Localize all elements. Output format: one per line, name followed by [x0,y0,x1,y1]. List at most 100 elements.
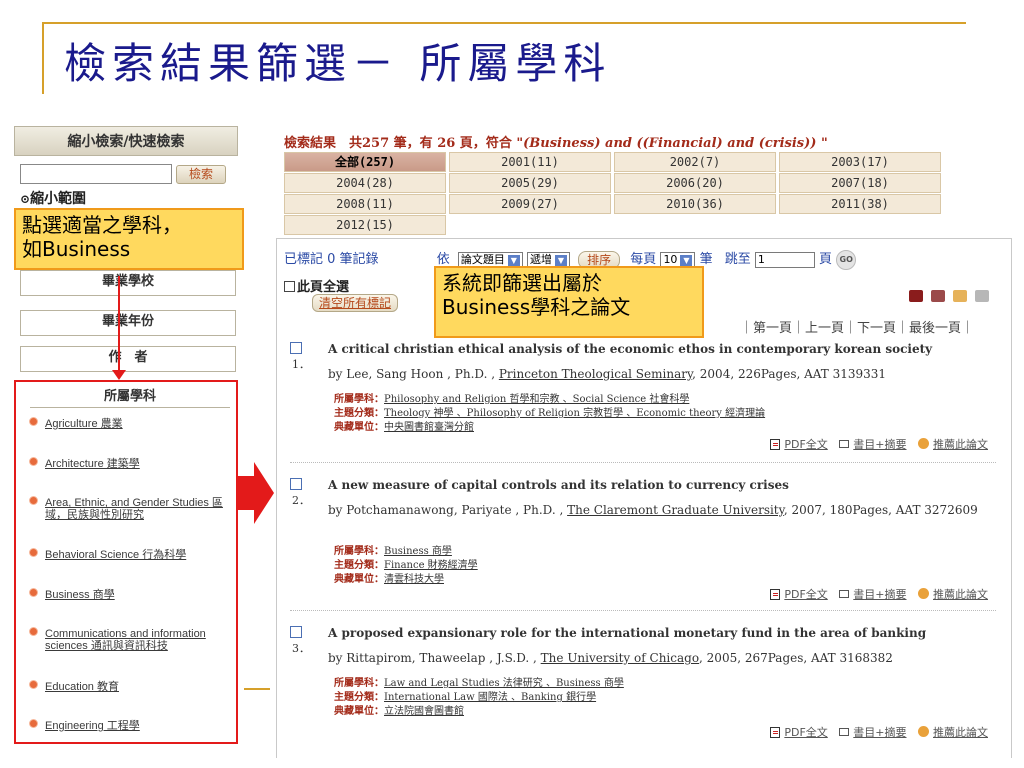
year-tab-2004[interactable]: 2004(28) [284,173,446,193]
pdf-link[interactable]: PDF全文 [784,438,827,451]
record-university[interactable]: Princeton Theological Seminary [499,367,692,381]
year-tab-2006[interactable]: 2006(20) [614,173,776,193]
book-icon[interactable] [839,590,850,598]
pdf-icon[interactable] [770,727,781,738]
meta-value[interactable]: 立法院國會圖書館 [384,706,464,717]
abstract-link[interactable]: 書目+摘要 [853,726,906,739]
record-actions: PDF全文 書目+摘要 推薦此論文 [770,586,988,602]
radio-icon[interactable]: ⊙ [20,192,30,206]
clear-marks-button[interactable]: 清空所有標記 [312,294,399,312]
jump-page-input[interactable]: 1 [754,251,815,268]
record-author: by Potchamanawong, Pariyate , Ph.D. , [328,503,568,517]
sort-field-value: 論文題目 [460,252,505,266]
sidebar-section-author[interactable]: 作 者 [20,346,236,372]
year-tab-2011[interactable]: 2011(38) [779,194,941,214]
subject-link[interactable]: Area, Ethnic, and Gender Studies 區域，民族與性… [45,497,225,521]
callout-line: 如Business [22,237,131,261]
recommend-link[interactable]: 推薦此論文 [933,726,988,739]
pdf-icon[interactable] [770,589,781,600]
subject-link[interactable]: Business 商學 [45,589,225,601]
subject-link[interactable]: Architecture 建築學 [45,458,225,470]
record-university[interactable]: The Claremont Graduate University [567,503,784,517]
jump-label: 跳至 [724,252,751,267]
record-university[interactable]: The University of Chicago [541,651,699,665]
year-tab-2010[interactable]: 2010(36) [614,194,776,214]
export-icon[interactable] [975,290,990,302]
sidebar-section-year[interactable]: 畢業年份 [20,310,236,336]
meta-value[interactable]: 中央圖書館臺灣分館 [384,422,474,433]
subject-link[interactable]: Engineering 工程學 [45,720,225,732]
record-details: , 2005, 267Pages, AAT 3168382 [699,651,893,665]
result-summary-match: 符合 [485,136,512,151]
year-tab-2001[interactable]: 2001(11) [449,152,611,172]
subject-link[interactable]: Communications and information sciences … [45,628,225,652]
quick-search-button[interactable]: 檢索 [176,165,226,184]
quick-search-input[interactable] [20,164,172,184]
year-tab-2012[interactable]: 2012(15) [284,215,446,235]
abstract-link[interactable]: 書目+摘要 [853,438,906,451]
record-divider [290,610,996,611]
callout-filtered-result: 系統即篩選出屬於 Business學科之論文 [434,266,704,338]
recommend-icon[interactable] [918,726,929,737]
chevron-down-icon[interactable]: ▼ [507,254,520,267]
right-arrow-icon [236,462,274,524]
result-summary: 檢索結果 共257 筆，有 26 頁，符合 "(Business) and ((… [284,132,828,151]
record-subjects: 所屬學科：Business 商學 [334,542,452,557]
book-icon[interactable] [839,440,850,448]
recommend-link[interactable]: 推薦此論文 [933,588,988,601]
record-checkbox[interactable] [290,342,302,354]
page-unit: 頁 [819,252,833,267]
record-number: 2． [292,494,310,507]
record-holder: 典藏單位：中央圖書館臺灣分館 [334,418,474,433]
callout-line: Business學科之論文 [442,295,631,319]
sidebar-section-school[interactable]: 畢業學校 [20,270,236,296]
save-icon[interactable] [909,290,923,302]
checkbox-icon[interactable] [284,281,295,292]
year-tab-2005[interactable]: 2005(29) [449,173,611,193]
subject-link[interactable]: Behavioral Science 行為科學 [45,549,225,561]
chevron-down-icon[interactable]: ▼ [680,254,693,267]
year-tab-2009[interactable]: 2009(27) [449,194,611,214]
record-title[interactable]: A new measure of capital controls and it… [328,478,789,492]
subject-link[interactable]: Agriculture 農業 [45,418,225,430]
bullet-icon [30,458,37,465]
abstract-link[interactable]: 書目+摘要 [853,588,906,601]
narrow-range-option[interactable]: ⊙縮小範圍 [20,188,86,208]
print-icon[interactable] [931,290,946,302]
sort-by-label: 依 [436,252,450,267]
meta-value[interactable]: 清雲科技大學 [384,574,444,585]
record-subjects: 所屬學科：Law and Legal Studies 法律研究 、Busines… [334,674,624,689]
year-tab-2003[interactable]: 2003(17) [779,152,941,172]
decorative-rule [244,688,270,690]
select-all-page[interactable]: 此頁全選 [284,276,349,295]
year-tab-all[interactable]: 全部(257) [284,152,446,172]
pdf-icon[interactable] [770,439,781,450]
record-title[interactable]: A critical christian ethical analysis of… [328,342,932,356]
toolbar-icons [906,287,990,306]
year-tab-2007[interactable]: 2007(18) [779,173,941,193]
record-author: by Lee, Sang Hoon , Ph.D. , [328,367,499,381]
recommend-icon[interactable] [918,588,929,599]
email-icon[interactable] [953,290,968,302]
result-query: "(Business) and ((Financial) and (crisis… [516,136,828,151]
record-actions: PDF全文 書目+摘要 推薦此論文 [770,724,988,740]
year-tab-2002[interactable]: 2002(7) [614,152,776,172]
go-button[interactable]: GO [836,249,857,270]
recommend-icon[interactable] [918,438,929,449]
record-title[interactable]: A proposed expansionary role for the int… [328,626,926,640]
year-tab-2008[interactable]: 2008(11) [284,194,446,214]
chevron-down-icon[interactable]: ▼ [554,254,567,267]
record-actions: PDF全文 書目+摘要 推薦此論文 [770,436,988,452]
book-icon[interactable] [839,728,850,736]
record-topics: 主題分類：Finance 財務經濟學 [334,556,478,571]
pdf-link[interactable]: PDF全文 [784,726,827,739]
bullet-icon [30,681,37,688]
recommend-link[interactable]: 推薦此論文 [933,438,988,451]
record-number: 1． [292,358,310,371]
record-holder: 典藏單位：立法院國會圖書館 [334,702,464,717]
record-checkbox[interactable] [290,626,302,638]
pagination[interactable]: ｜第一頁｜上一頁｜下一頁｜最後一頁｜ [740,317,974,336]
subject-link[interactable]: Education 教育 [45,681,225,693]
pdf-link[interactable]: PDF全文 [784,588,827,601]
record-checkbox[interactable] [290,478,302,490]
